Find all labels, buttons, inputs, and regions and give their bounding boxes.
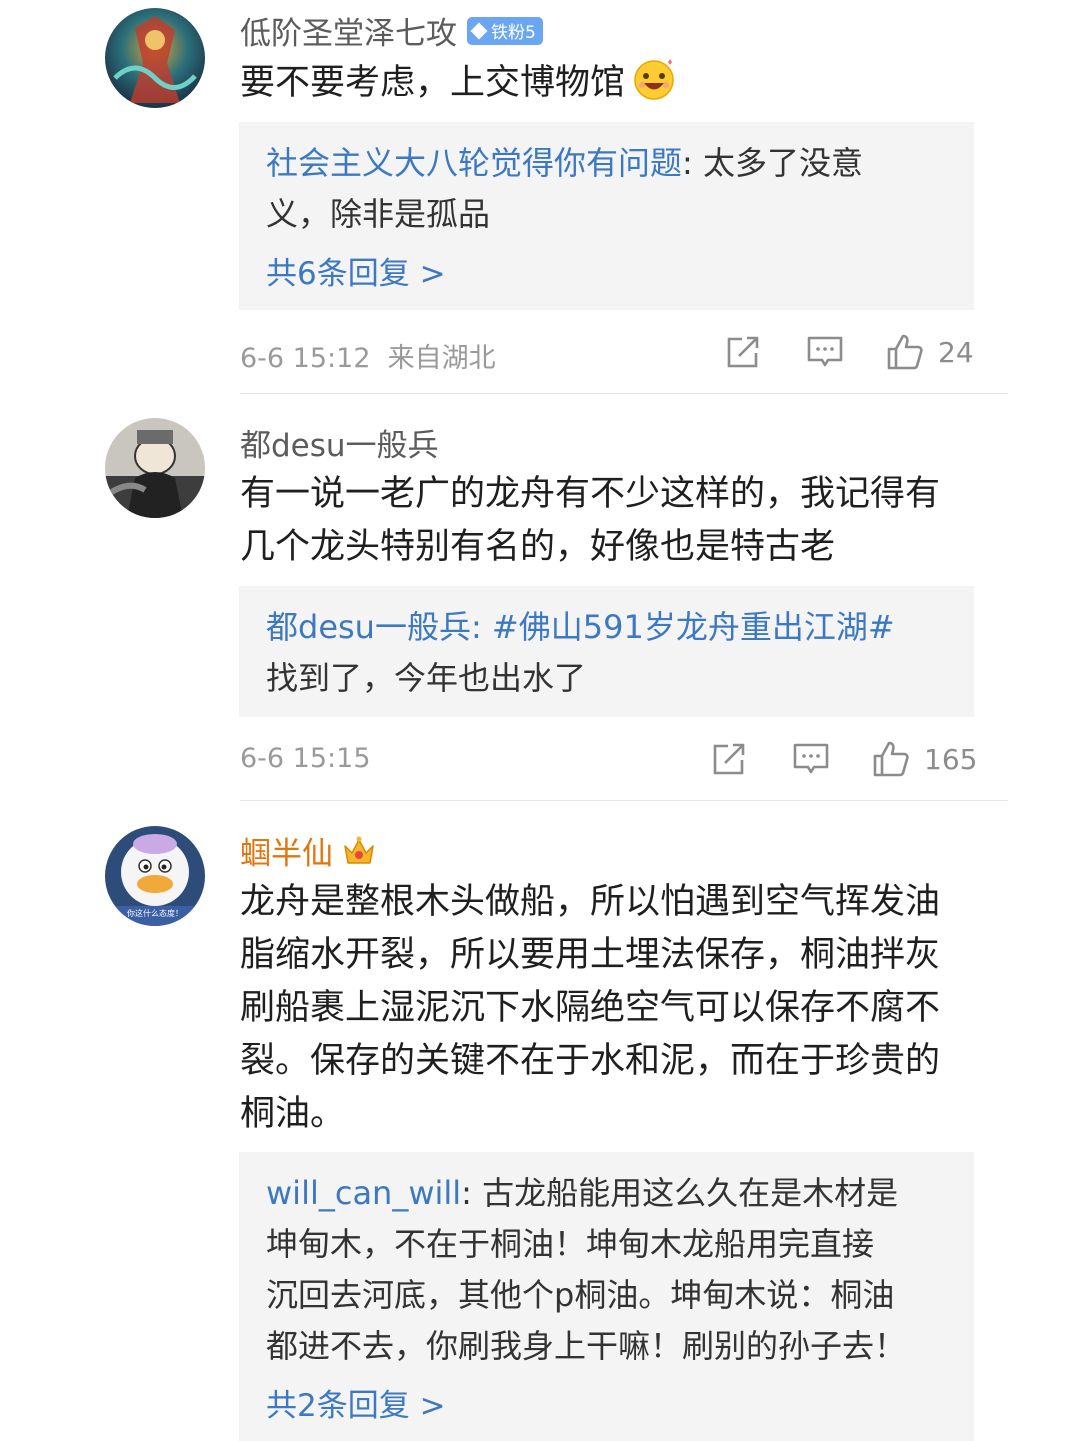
avatar[interactable]: 你这什么态度！	[105, 826, 205, 926]
reply-text-line1: 古龙船能用这么久在是木材是	[482, 1174, 899, 1212]
like-icon[interactable]	[886, 333, 924, 371]
reply-box[interactable]: 社会主义大八轮觉得你有问题: 太多了没意 义，除非是孤品 共6条回复 >	[239, 122, 974, 310]
comment-text: 要不要考虑，上交博物馆	[240, 63, 626, 103]
comment-time: 6-6 15:15	[240, 743, 371, 774]
reply-username[interactable]: will_can_will	[266, 1174, 461, 1212]
grin-emoji-icon	[634, 59, 674, 100]
reply-box[interactable]: will_can_will: 古龙船能用这么久在是木材是 坤甸木，不在于桐油！坤…	[239, 1152, 974, 1441]
comment-icon[interactable]	[806, 333, 844, 371]
username-text[interactable]: 低阶圣堂泽七攻	[240, 8, 457, 53]
comment-text-line1: 龙舟是整根木头做船，所以怕遇到空气挥发油	[240, 882, 941, 922]
comment-meta: 6-6 15:15	[240, 743, 371, 774]
username[interactable]: 低阶圣堂泽七攻 铁粉5	[240, 8, 543, 53]
username-text[interactable]: 都desu一般兵	[240, 420, 439, 465]
more-replies-link[interactable]: 共6条回复 >	[266, 246, 954, 302]
comment-icon[interactable]	[792, 740, 830, 778]
reply-text-line2: 义，除非是孤品	[266, 195, 491, 233]
comment-time: 6-6 15:12	[240, 343, 371, 374]
reply-text-line2: 找到了，今年也出水了	[266, 659, 587, 697]
comment-meta: 6-6 15:12 来自湖北	[240, 336, 496, 375]
username-text[interactable]: 蝈半仙	[240, 828, 333, 873]
reply-text-line3: 沉回去河底，其他个p桐油。坤甸木说：桐油	[266, 1276, 895, 1314]
like-icon[interactable]	[872, 740, 910, 778]
comment-location: 来自湖北	[387, 343, 496, 374]
divider	[240, 393, 1008, 394]
comment-actions: 24	[724, 333, 974, 371]
comment-content: 龙舟是整根木头做船，所以怕遇到空气挥发油 脂缩水开裂，所以要用土埋法保存，桐油拌…	[240, 876, 980, 1141]
reply-username[interactable]: 都desu一般兵	[266, 608, 471, 646]
username[interactable]: 蝈半仙	[240, 828, 377, 873]
more-replies-link[interactable]: 共2条回复 >	[266, 1378, 954, 1434]
reply-text-line2: 坤甸木，不在于桐油！坤甸木龙船用完直接	[266, 1225, 875, 1263]
comment-text-line2: 脂缩水开裂，所以要用土埋法保存，桐油拌灰	[240, 935, 941, 975]
reply-text-line1: 太多了没意	[702, 144, 863, 182]
reply-text: 社会主义大八轮觉得你有问题: 太多了没意	[266, 144, 863, 182]
avatar[interactable]	[105, 418, 205, 518]
fan-badge-label: 铁粉5	[491, 23, 536, 43]
avatar[interactable]	[105, 8, 205, 108]
comment-actions: 165	[710, 740, 977, 778]
comment-text-line1: 有一说一老广的龙舟有不少这样的，我记得有	[240, 474, 941, 514]
comment-text-line2: 几个龙头特别有名的，好像也是特古老	[240, 527, 836, 567]
comment-text-line3: 刷船裹上湿泥沉下水隔绝空气可以保存不腐不	[240, 988, 941, 1028]
reply-text-line4: 都进不去，你刷我身上干嘛！刷别的孙子去！	[266, 1327, 907, 1365]
divider	[240, 800, 1008, 801]
share-icon[interactable]	[710, 740, 748, 778]
diamond-icon	[470, 22, 488, 39]
topic-hashtag-link[interactable]: #佛山591岁龙舟重出江湖#	[492, 608, 895, 646]
comment-text-line4: 裂。保存的关键不在于水和泥，而在于珍贵的	[240, 1041, 941, 1081]
reply-text: will_can_will: 古龙船能用这么久在是木材是	[266, 1174, 899, 1212]
reply-box[interactable]: 都desu一般兵: #佛山591岁龙舟重出江湖# 找到了，今年也出水了	[239, 586, 974, 717]
crown-icon	[344, 836, 374, 864]
fan-badge[interactable]: 铁粉5	[467, 16, 543, 45]
reply-username[interactable]: 社会主义大八轮觉得你有问题	[266, 144, 682, 182]
like-count: 165	[924, 742, 978, 776]
comment-content: 要不要考虑，上交博物馆	[240, 56, 980, 110]
avatar-caption: 你这什么态度！	[127, 908, 183, 918]
share-icon[interactable]	[724, 333, 762, 371]
like-count: 24	[938, 335, 974, 369]
reply-text: 都desu一般兵: #佛山591岁龙舟重出江湖#	[266, 608, 895, 646]
username[interactable]: 都desu一般兵	[240, 420, 439, 465]
comment-text-line5: 桐油。	[240, 1094, 346, 1134]
comment-content: 有一说一老广的龙舟有不少这样的，我记得有 几个龙头特别有名的，好像也是特古老	[240, 468, 980, 574]
